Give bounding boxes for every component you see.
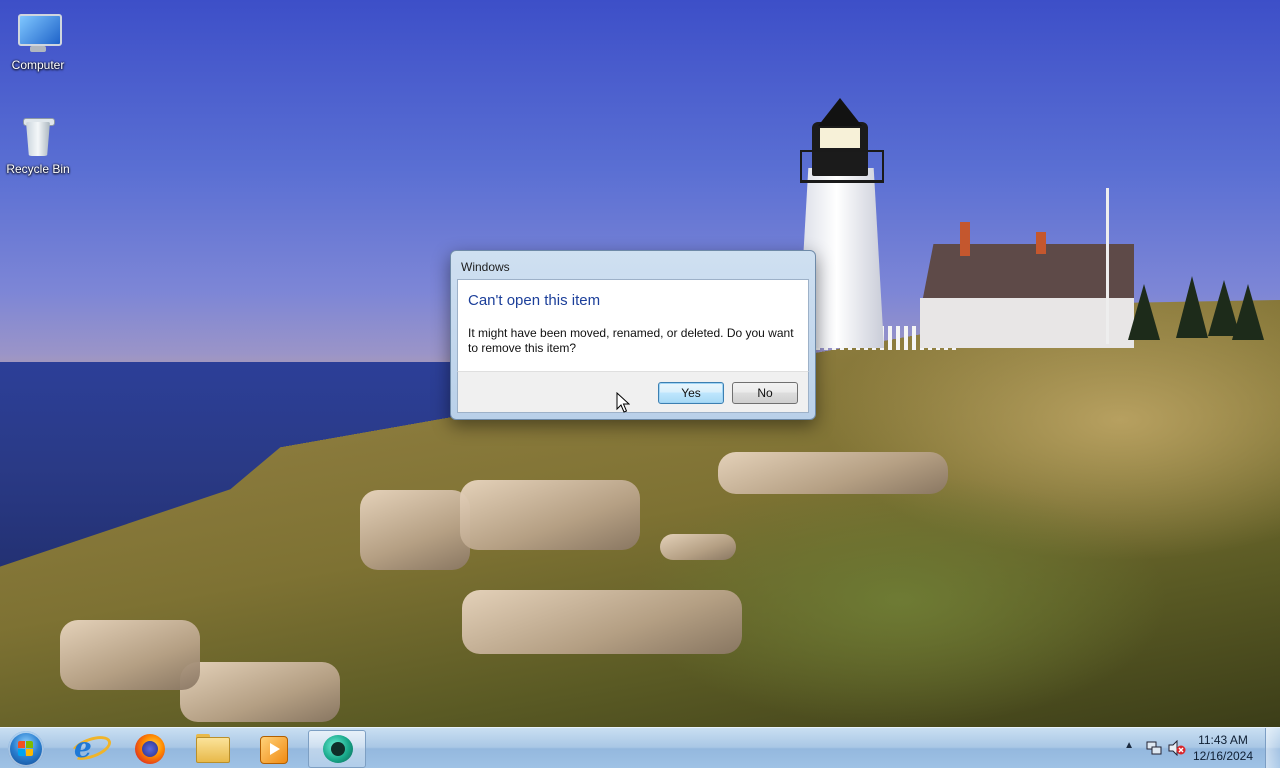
taskbar-active-app[interactable] [308,730,366,768]
mouse-cursor-icon [616,392,630,413]
taskbar-firefox[interactable] [122,730,178,766]
dialog-message: It might have been moved, renamed, or de… [468,326,794,355]
taskbar-internet-explorer[interactable]: e [60,730,116,766]
desktop-icon-recycle-bin[interactable]: Recycle Bin [0,112,76,176]
wallpaper-rock [660,534,736,560]
wallpaper-lighthouse-gallery [800,150,884,183]
network-icon[interactable] [1146,740,1162,756]
wallpaper-rock [460,480,640,550]
desktop-icon-computer[interactable]: Computer [0,8,76,72]
taskbar-media-player[interactable] [246,730,302,766]
no-button[interactable]: No [732,382,798,404]
show-hidden-icons-arrow[interactable]: ▲ [1124,740,1134,751]
windows-logo-icon [18,741,34,757]
wallpaper-rock [360,490,470,570]
clock-time: 11:43 AM [1198,733,1248,747]
wallpaper-rock [60,620,200,690]
system-clock[interactable]: 11:43 AM 12/16/2024 [1188,732,1258,764]
clock-date: 12/16/2024 [1192,749,1254,763]
dialog-title: Windows [461,260,510,274]
dialog-content: Can't open this item It might have been … [457,279,809,372]
wallpaper-chimney [1036,232,1046,254]
desktop-icon-label: Computer [11,58,65,72]
dialog-heading: Can't open this item [468,292,601,309]
computer-icon [14,8,62,56]
error-dialog: Windows Can't open this item It might ha… [450,250,816,420]
wallpaper-lighthouse-glass [820,128,860,148]
wallpaper-rock [462,590,742,654]
wallpaper-house [920,298,1134,348]
volume-muted-icon[interactable] [1168,740,1186,756]
wallpaper-rock [180,662,340,722]
wallpaper-rock [718,452,948,494]
desktop-icon-label: Recycle Bin [6,162,70,176]
internet-explorer-icon: e [74,731,92,764]
taskbar-windows-explorer[interactable] [184,730,240,766]
folder-icon [196,737,230,763]
taskbar: e ▲ 11:43 AM 12/16/2024 [0,727,1280,768]
recycle-bin-icon [14,112,62,160]
start-button[interactable] [8,731,44,767]
show-desktop-button[interactable] [1265,728,1280,768]
yes-button[interactable]: Yes [658,382,724,404]
wallpaper-house-roof [922,244,1134,300]
dialog-footer: Yes No [457,371,809,413]
wallpaper-flagpole [1106,188,1109,344]
wallpaper-lighthouse-top [818,98,862,126]
wallpaper-chimney [960,222,970,256]
